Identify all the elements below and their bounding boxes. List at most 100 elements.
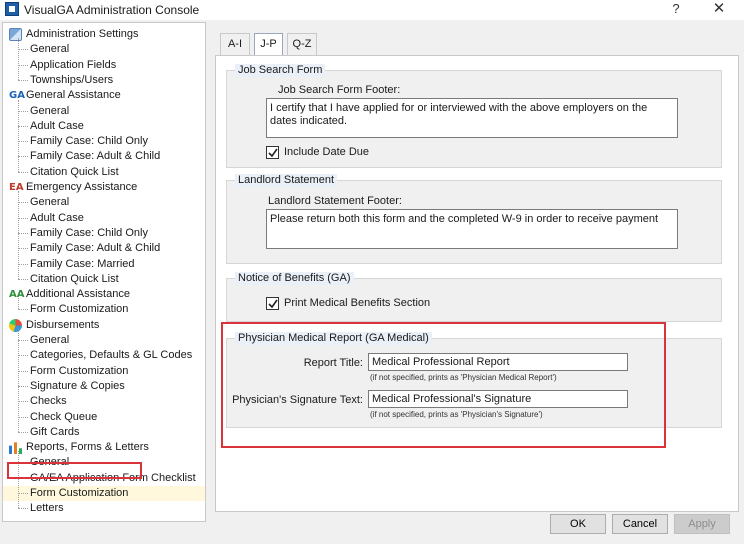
signature-text-hint: (if not specified, prints as 'Physician'… bbox=[370, 410, 543, 419]
tree-connector bbox=[18, 79, 28, 81]
tree-node-group[interactable]: Reports, Forms & Letters bbox=[3, 440, 205, 455]
apply-button[interactable]: Apply bbox=[674, 514, 730, 534]
title-bar: VisualGA Administration Console ? ✕ bbox=[0, 0, 744, 20]
include-date-due-checkbox[interactable] bbox=[266, 146, 279, 159]
tree-item[interactable]: Checks bbox=[3, 394, 205, 409]
tree-guide-line bbox=[18, 298, 19, 310]
tab-content-panel: Job Search Form Job Search Form Footer: … bbox=[215, 55, 739, 512]
job-search-form-group: Job Search Form Job Search Form Footer: … bbox=[226, 64, 722, 168]
tree-item-label: Citation Quick List bbox=[30, 272, 119, 285]
tree-item-label: Family Case: Married bbox=[30, 257, 135, 270]
tree-item-label: Adult Case bbox=[30, 211, 84, 224]
tree-guide-line bbox=[18, 451, 19, 509]
app-logo-icon bbox=[5, 2, 19, 16]
tree-item[interactable]: Application Fields bbox=[3, 58, 205, 73]
tree-connector bbox=[18, 141, 28, 143]
landlord-footer-label: Landlord Statement Footer: bbox=[268, 195, 402, 207]
tab-a-i[interactable]: A-I bbox=[220, 33, 250, 55]
report-title-input[interactable]: Medical Professional Report bbox=[368, 353, 628, 371]
cancel-button[interactable]: Cancel bbox=[612, 514, 668, 534]
tree-node-group[interactable]: AA Additional Assistance bbox=[3, 287, 205, 302]
tree-item[interactable]: General bbox=[3, 42, 205, 57]
tab-q-z[interactable]: Q-Z bbox=[287, 33, 317, 55]
tree-connector bbox=[18, 355, 28, 357]
aa-icon: AA bbox=[9, 289, 25, 301]
tree-item-label: General bbox=[30, 334, 70, 346]
landlord-statement-title: Landlord Statement bbox=[235, 174, 338, 187]
tree-item-label: Family Case: Child Only bbox=[30, 135, 148, 148]
tree-item[interactable]: Citation Quick List bbox=[3, 165, 205, 180]
tree-item[interactable]: Check Queue bbox=[3, 410, 205, 425]
include-date-due-checkbox-row[interactable]: Include Date Due bbox=[266, 146, 386, 160]
tree-item[interactable]: Gift Cards bbox=[3, 425, 205, 440]
tree-item[interactable]: Family Case: Married bbox=[3, 257, 205, 272]
tree-item[interactable]: Adult Case bbox=[3, 119, 205, 134]
tree-item[interactable]: General bbox=[3, 195, 205, 210]
tree-item-label: Townships/Users bbox=[30, 73, 114, 86]
tree-item[interactable]: Letters bbox=[3, 501, 205, 516]
landlord-statement-group: Landlord Statement Landlord Statement Fo… bbox=[226, 174, 722, 264]
tree-connector bbox=[18, 385, 28, 387]
admin-settings-icon bbox=[9, 28, 22, 41]
tree-item[interactable]: Categories, Defaults & GL Codes bbox=[3, 348, 205, 363]
tree-item-label: Application Fields bbox=[30, 58, 117, 71]
tree-item[interactable]: Family Case: Child Only bbox=[3, 226, 205, 241]
physician-medical-report-title: Physician Medical Report (GA Medical) bbox=[235, 332, 432, 345]
tree-item[interactable]: General bbox=[3, 455, 205, 470]
signature-text-input[interactable]: Medical Professional's Signature bbox=[368, 390, 628, 408]
tree-item-label: General bbox=[30, 456, 70, 469]
tree-item[interactable]: Family Case: Adult & Child bbox=[3, 149, 205, 164]
checkmark-icon bbox=[268, 148, 278, 158]
tree-item[interactable]: Citation Quick List bbox=[3, 272, 205, 287]
include-date-due-label: Include Date Due bbox=[284, 146, 369, 158]
print-medical-checkbox-row[interactable]: Print Medical Benefits Section bbox=[266, 297, 446, 311]
print-medical-label: Print Medical Benefits Section bbox=[284, 297, 431, 309]
job-search-footer-input[interactable]: I certify that I have applied for or int… bbox=[266, 98, 678, 138]
tree-item[interactable]: Form Customization bbox=[3, 486, 205, 501]
tree-item-label: General bbox=[30, 43, 70, 56]
tree-connector bbox=[18, 477, 28, 479]
tree-guide-line bbox=[18, 38, 19, 80]
tree-connector bbox=[18, 217, 28, 219]
tree-item-label: Gift Cards bbox=[30, 425, 80, 438]
tree-item[interactable]: GA/EA Application Form Checklist bbox=[3, 471, 205, 486]
tree-item[interactable]: Form Customization bbox=[3, 364, 205, 379]
tree-connector bbox=[18, 232, 28, 234]
tree-node-group[interactable]: EA Emergency Assistance bbox=[3, 180, 205, 195]
tree-item[interactable]: Adult Case bbox=[3, 211, 205, 226]
tree-item[interactable]: Signature & Copies bbox=[3, 379, 205, 394]
tree-item-label: Adult Case bbox=[30, 119, 84, 132]
tree-item[interactable]: Family Case: Child Only bbox=[3, 134, 205, 149]
signature-text-label: Physician's Signature Text: bbox=[232, 394, 363, 406]
tree-connector bbox=[18, 278, 28, 280]
tree-connector bbox=[18, 64, 28, 66]
job-search-form-title: Job Search Form bbox=[235, 64, 326, 77]
tab-j-p[interactable]: J-P bbox=[254, 33, 283, 56]
tree-item[interactable]: Form Customization bbox=[3, 302, 205, 317]
landlord-footer-input[interactable]: Please return both this form and the com… bbox=[266, 209, 678, 249]
tree-node-group[interactable]: Administration Settings bbox=[3, 27, 205, 42]
tree-item-label: GA/EA Application Form Checklist bbox=[30, 471, 196, 484]
close-button[interactable]: ✕ bbox=[699, 0, 739, 20]
print-medical-checkbox[interactable] bbox=[266, 297, 279, 310]
tree-connector bbox=[18, 125, 28, 127]
tree-connector bbox=[18, 110, 28, 112]
tree-item[interactable]: Townships/Users bbox=[3, 73, 205, 88]
navigation-tree: Administration Settings General Applicatio… bbox=[2, 22, 206, 522]
report-title-hint: (if not specified, prints as 'Physician … bbox=[370, 373, 557, 382]
checkmark-icon bbox=[268, 299, 278, 309]
tree-node-group[interactable]: GA General Assistance bbox=[3, 88, 205, 103]
tree-connector bbox=[18, 493, 28, 494]
help-button[interactable]: ? bbox=[656, 0, 696, 20]
tree-node-group[interactable]: Disbursements bbox=[3, 318, 205, 333]
tree-item[interactable]: General bbox=[3, 104, 205, 119]
tree-node-label: Emergency Assistance bbox=[26, 181, 138, 193]
tree-item-label: Form Customization bbox=[30, 487, 129, 499]
ok-button[interactable]: OK bbox=[550, 514, 606, 534]
tree-item-label: Letters bbox=[30, 502, 64, 515]
tree-item-label: Checks bbox=[30, 395, 67, 408]
tree-item[interactable]: Family Case: Adult & Child bbox=[3, 241, 205, 256]
tree-item-label: Form Customization bbox=[30, 364, 129, 377]
tree-item[interactable]: General bbox=[3, 333, 205, 348]
tree-item-label: Signature & Copies bbox=[30, 379, 125, 392]
